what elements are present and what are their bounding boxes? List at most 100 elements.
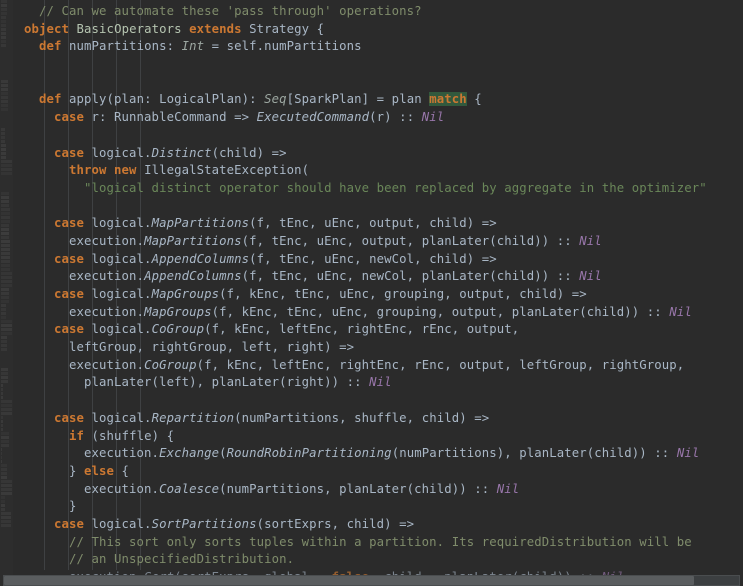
minimap-line: [1, 104, 8, 107]
code-token-plain: [24, 429, 69, 443]
minimap-line: [1, 336, 7, 339]
code-line[interactable]: case logical.Repartition(numPartitions, …: [24, 410, 743, 428]
minimap-line: [1, 376, 8, 379]
code-line[interactable]: [24, 392, 743, 410]
minimap-line: [1, 452, 2, 455]
code-line[interactable]: }: [24, 498, 743, 516]
code-line[interactable]: execution.Coalesce(numPartitions, planLa…: [24, 481, 743, 499]
minimap-line: [1, 28, 6, 31]
code-line[interactable]: [24, 198, 743, 216]
minimap-line: [1, 240, 10, 243]
code-token-kw: else: [84, 464, 114, 478]
code-line[interactable]: [24, 127, 743, 145]
code-token-plain: (f, kEnc, tEnc, uEnc, grouping, output, …: [212, 305, 670, 319]
minimap-line: [1, 304, 6, 307]
code-token-plain: r: RunnableCommand =>: [84, 110, 257, 124]
minimap-line: [1, 24, 6, 27]
code-token-cls: AppendColumns: [152, 252, 250, 266]
code-token-plain: leftGroup, rightGroup, left, right) =>: [24, 340, 354, 354]
code-line[interactable]: leftGroup, rightGroup, left, right) =>: [24, 339, 743, 357]
code-token-kw: case: [54, 146, 84, 160]
code-token-kw: def: [39, 92, 62, 106]
code-token-plain: [182, 22, 190, 36]
minimap-line: [1, 12, 7, 15]
minimap-line: [1, 172, 12, 175]
code-token-plain: = self.numPartitions: [204, 39, 362, 53]
code-token-kw: case: [54, 252, 84, 266]
minimap-line: [1, 344, 7, 347]
code-line[interactable]: def apply(plan: LogicalPlan): Seq[SparkP…: [24, 91, 743, 109]
code-line[interactable]: case logical.AppendColumns(f, tEnc, uEnc…: [24, 251, 743, 269]
minimap-line: [1, 332, 12, 335]
code-line[interactable]: case r: RunnableCommand => ExecutedComma…: [24, 109, 743, 127]
minimap-line: [1, 152, 6, 155]
code-line[interactable]: object BasicOperators extends Strategy {: [24, 21, 743, 39]
code-minimap[interactable]: [0, 0, 13, 586]
horizontal-scrollbar-thumb[interactable]: [4, 576, 694, 585]
minimap-line: [1, 148, 6, 151]
minimap-line: [1, 132, 5, 135]
minimap-line: [1, 84, 8, 87]
code-line[interactable]: execution.AppendColumns(f, tEnc, uEnc, n…: [24, 268, 743, 286]
minimap-line: [1, 440, 9, 443]
minimap-line: [1, 212, 10, 215]
minimap-line: [1, 96, 8, 99]
minimap-line: [1, 348, 7, 351]
code-line[interactable]: case logical.MapGroups(f, kEnc, tEnc, uE…: [24, 286, 743, 304]
code-token-plain: [24, 411, 54, 425]
minimap-line: [1, 192, 9, 195]
code-line[interactable]: case logical.SortPartitions(sortExprs, c…: [24, 516, 743, 534]
horizontal-scrollbar-track[interactable]: [3, 575, 740, 586]
code-line[interactable]: } else {: [24, 463, 743, 481]
minimap-line: [1, 156, 6, 159]
code-token-plain: (sortExprs, child) =>: [257, 517, 415, 531]
minimap-line: [1, 232, 9, 235]
code-line[interactable]: case logical.MapPartitions(f, tEnc, uEnc…: [24, 215, 743, 233]
code-line[interactable]: // This sort only sorts tuples within a …: [24, 534, 743, 552]
minimap-line: [1, 500, 5, 503]
minimap-line: [1, 248, 10, 251]
code-line[interactable]: [24, 56, 743, 74]
code-token-plain: [24, 216, 54, 230]
code-editor-window: // Can we automate these 'pass through' …: [0, 0, 743, 586]
minimap-line: [1, 88, 8, 91]
code-line[interactable]: def numPartitions: Int = self.numPartiti…: [24, 38, 743, 56]
code-token-cls: CoGroup: [144, 358, 197, 372]
code-line[interactable]: // an UnspecifiedDistribution.: [24, 551, 743, 569]
code-line[interactable]: execution.Exchange(RoundRobinPartitionin…: [24, 445, 743, 463]
code-token-plain: logical.: [84, 517, 152, 531]
code-token-plain: (f, kEnc, leftEnc, rightEnc, rEnc, outpu…: [197, 358, 685, 372]
minimap-line: [1, 424, 3, 427]
code-line[interactable]: execution.MapGroups(f, kEnc, tEnc, uEnc,…: [24, 304, 743, 322]
minimap-line: [1, 144, 6, 147]
code-token-comment: // an UnspecifiedDistribution.: [24, 552, 294, 566]
code-token-plain: logical.: [84, 322, 152, 336]
code-line[interactable]: case logical.Distinct(child) =>: [24, 145, 743, 163]
minimap-line: [1, 392, 3, 395]
code-line[interactable]: // Can we automate these 'pass through' …: [24, 3, 743, 21]
code-line[interactable]: planLater(left), planLater(right)) :: Ni…: [24, 374, 743, 392]
code-line[interactable]: execution.MapPartitions(f, tEnc, uEnc, o…: [24, 233, 743, 251]
code-token-plain: [69, 22, 77, 36]
code-line[interactable]: throw new IllegalStateException(: [24, 162, 743, 180]
code-line[interactable]: [24, 74, 743, 92]
minimap-line: [1, 220, 10, 223]
code-token-plain: execution.: [24, 234, 144, 248]
code-token-cls: MapPartitions: [144, 234, 242, 248]
source-code[interactable]: // Can we automate these 'pass through' …: [24, 0, 743, 578]
code-token-plain: {: [467, 92, 482, 106]
code-token-kw-hl: match: [429, 92, 467, 106]
code-line[interactable]: "logical distinct operator should have b…: [24, 180, 743, 198]
code-text-area[interactable]: // Can we automate these 'pass through' …: [24, 0, 743, 578]
code-token-plain: [24, 163, 69, 177]
minimap-line: [1, 160, 12, 163]
code-token-plain: [24, 287, 54, 301]
editor-gutter[interactable]: [13, 0, 24, 586]
code-line[interactable]: if (shuffle) {: [24, 428, 743, 446]
code-line[interactable]: execution.CoGroup(f, kEnc, leftEnc, righ…: [24, 357, 743, 375]
minimap-line: [1, 208, 10, 211]
code-line[interactable]: case logical.CoGroup(f, kEnc, leftEnc, r…: [24, 321, 743, 339]
code-token-cls: MapPartitions: [152, 216, 250, 230]
code-token-plain: [24, 39, 39, 53]
minimap-line: [1, 20, 6, 23]
